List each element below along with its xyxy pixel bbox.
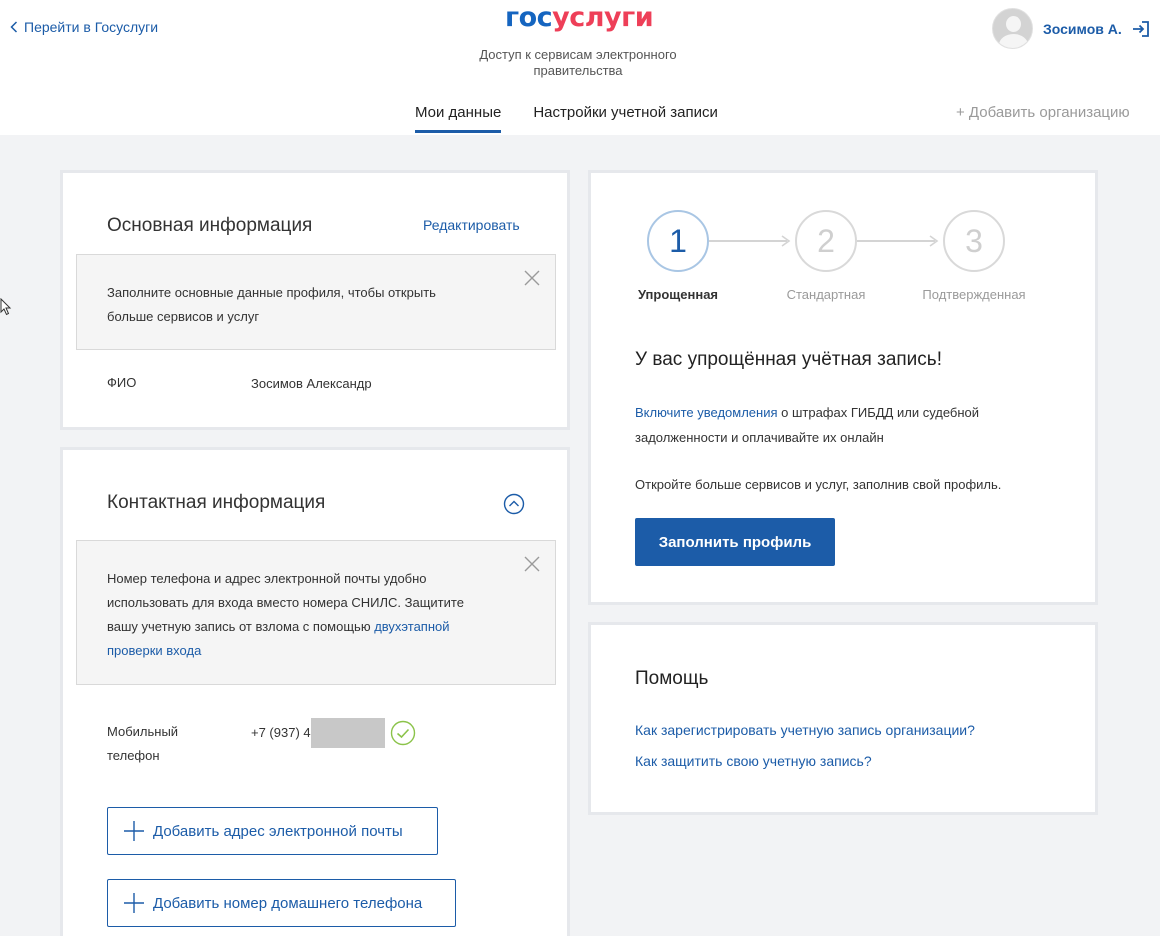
add-email-label: Добавить адрес электронной почты: [153, 822, 403, 840]
basic-info-card: Основная информация Редактировать Заполн…: [60, 170, 570, 430]
step-3-label: Подтвержденная: [922, 287, 1026, 302]
basic-info-notice: Заполните основные данные профиля, чтобы…: [76, 254, 556, 350]
help-card: Помощь Как зарегистрировать учетную запи…: [588, 622, 1098, 815]
mouse-cursor-icon: [0, 298, 12, 316]
back-link-label: Перейти в Госуслуги: [24, 19, 159, 35]
contact-info-card: Контактная информация Номер телефона и а…: [60, 447, 570, 936]
logo-part-uslugi: услуги: [552, 2, 654, 33]
logout-icon[interactable]: [1132, 20, 1150, 38]
step-3-circle: 3: [943, 210, 1005, 272]
help-title: Помощь: [635, 668, 709, 689]
profile-tabs: Мои данные Настройки учетной записи: [415, 104, 750, 133]
fio-label: ФИО: [107, 375, 137, 390]
header: Перейти в Госуслуги госуслуги Доступ к с…: [0, 0, 1160, 135]
step-2-label: Стандартная: [786, 287, 866, 302]
account-level-card: 1 2 3 Упрощенная Стандартная Подтвержден…: [588, 170, 1098, 605]
arrow-right-icon: [929, 235, 939, 247]
basic-info-notice-text: Заполните основные данные профиля, чтобы…: [107, 285, 436, 324]
plus-icon: [124, 893, 144, 913]
fio-value: Зосимов Александр: [251, 376, 372, 391]
logo-part-gos: гос: [505, 2, 553, 33]
add-organization-link[interactable]: + Добавить организацию: [956, 104, 1130, 121]
add-email-button[interactable]: Добавить адрес электронной почты: [107, 807, 438, 855]
add-home-phone-button[interactable]: Добавить номер домашнего телефона: [107, 879, 456, 927]
contact-info-title: Контактная информация: [107, 492, 326, 513]
mobile-phone-label: Мобильный телефон: [107, 720, 178, 768]
contact-info-notice: Номер телефона и адрес электронной почты…: [76, 540, 556, 685]
basic-info-title: Основная информация: [107, 215, 313, 236]
add-home-phone-label: Добавить номер домашнего телефона: [153, 894, 423, 912]
user-menu[interactable]: Зосимов А.: [992, 8, 1150, 49]
more-services-text: Откройте больше сервисов и услуг, заполн…: [635, 477, 1002, 492]
enable-notifications-link[interactable]: Включите уведомления: [635, 405, 778, 420]
user-name[interactable]: Зосимов А.: [1043, 21, 1122, 37]
help-link-protect-account[interactable]: Как защитить свою учетную запись?: [635, 753, 872, 769]
help-link-register-organization[interactable]: Как зарегистрировать учетную запись орга…: [635, 722, 975, 738]
chevron-left-icon: [10, 21, 18, 33]
header-subtitle: Доступ к сервисам электронного правитель…: [479, 47, 677, 78]
phone-redacted-block: [311, 718, 385, 748]
gosuslugi-logo[interactable]: госуслуги: [505, 2, 654, 33]
step-arrow: [857, 240, 935, 242]
avatar[interactable]: [992, 8, 1033, 49]
close-icon[interactable]: [523, 269, 541, 287]
plus-icon: [124, 821, 144, 841]
mobile-phone-value: +7 (937) 4: [251, 725, 311, 740]
notifications-paragraph: Включите уведомления о штрафах ГИБДД или…: [635, 400, 1055, 450]
mobile-phone-label-line1: Мобильный: [107, 724, 179, 739]
close-icon[interactable]: [523, 555, 541, 573]
step-1-circle: 1: [647, 210, 709, 272]
tab-my-data[interactable]: Мои данные: [415, 104, 502, 133]
step-1-label: Упрощенная: [637, 287, 719, 302]
step-arrow: [709, 240, 787, 242]
edit-basic-info-link[interactable]: Редактировать: [423, 217, 520, 233]
step-2-circle: 2: [795, 210, 857, 272]
mobile-phone-label-line2: телефон: [107, 748, 160, 763]
fill-profile-button[interactable]: Заполнить профиль: [635, 518, 835, 566]
back-to-gosuslugi-link[interactable]: Перейти в Госуслуги: [10, 19, 158, 35]
verified-check-icon: [390, 720, 416, 746]
chevron-up-circle-icon[interactable]: [503, 493, 525, 515]
arrow-right-icon: [781, 235, 791, 247]
tab-account-settings[interactable]: Настройки учетной записи: [533, 104, 718, 133]
account-status-title: У вас упрощённая учётная запись!: [635, 349, 942, 370]
